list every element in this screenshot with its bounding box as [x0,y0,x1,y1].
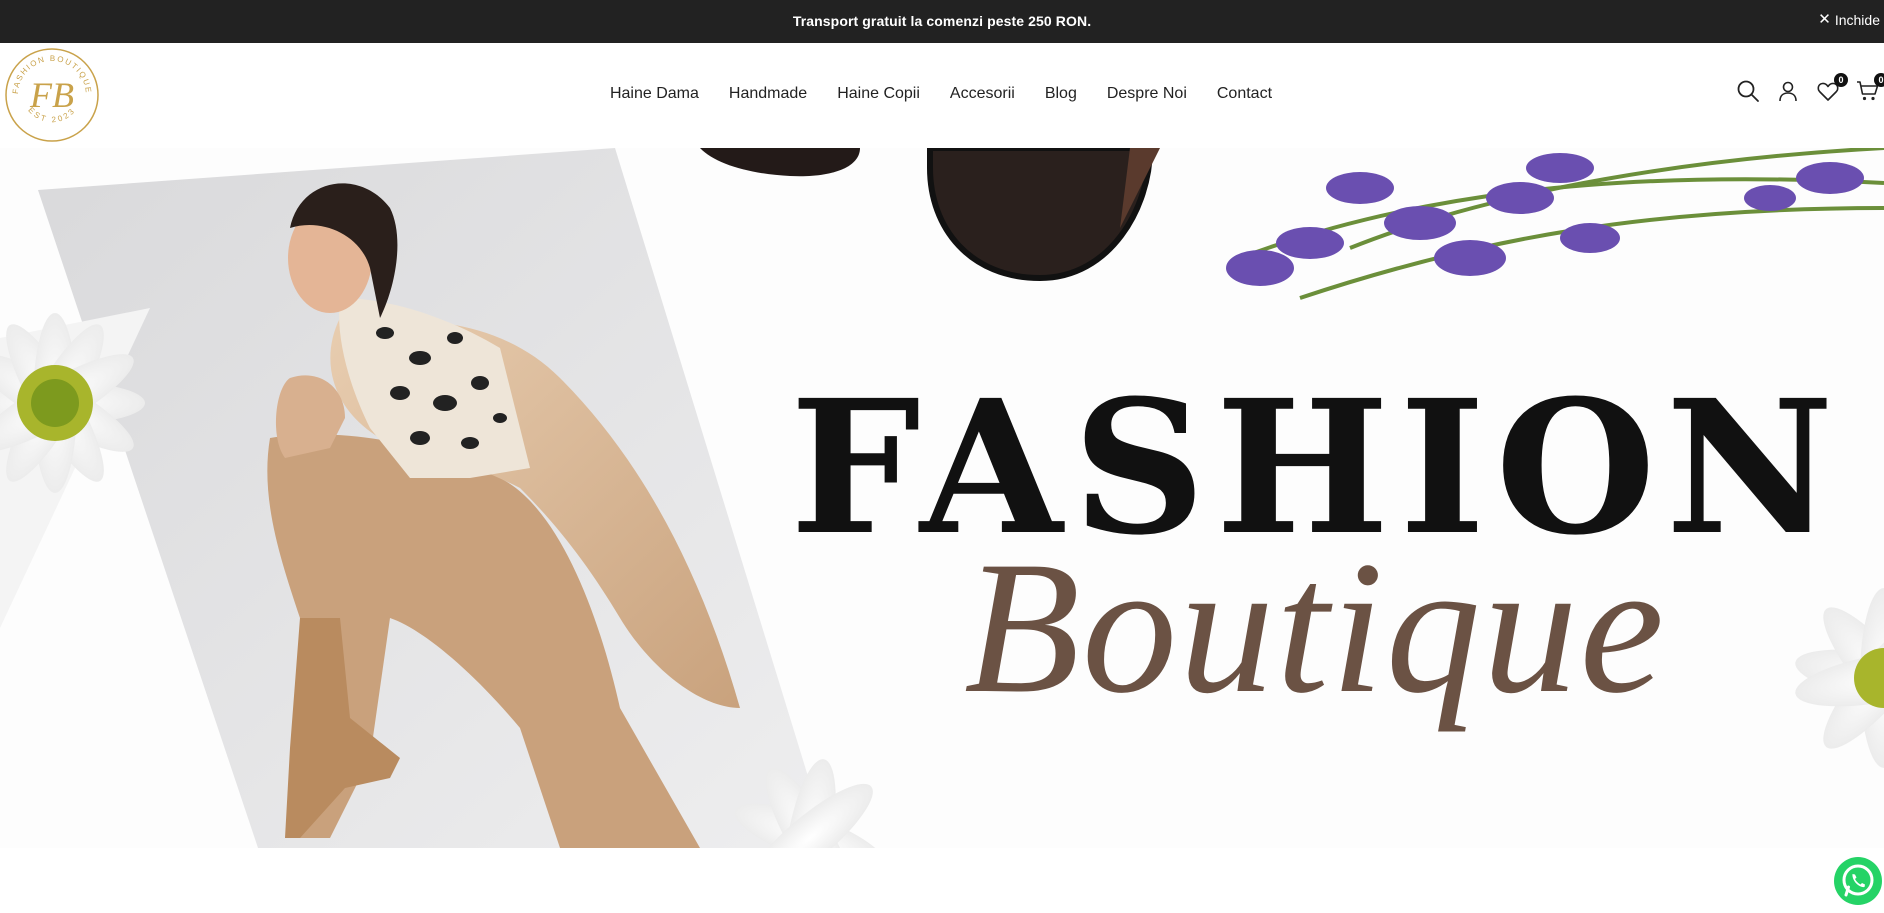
announcement-text: Transport gratuit la comenzi peste 250 R… [792,13,1092,29]
user-icon[interactable] [1776,79,1800,103]
header-icons: 0 0 [1736,73,1884,103]
nav-item-accesorii[interactable]: Accesorii [950,85,1015,103]
search-icon[interactable] [1736,79,1760,103]
whatsapp-icon [1842,864,1874,897]
announcement-close-button[interactable]: ✕ Inchide [1818,12,1880,28]
close-icon: ✕ [1818,11,1831,28]
nav-item-haine-copii[interactable]: Haine Copii [837,85,920,103]
nav-item-despre-noi[interactable]: Despre Noi [1107,85,1187,103]
cart-count-badge: 0 [1874,73,1884,87]
cart-icon[interactable]: 0 [1856,73,1884,103]
heart-icon[interactable]: 0 [1816,73,1848,103]
announcement-bar: Transport gratuit la comenzi peste 250 R… [0,0,1884,43]
nav-item-handmade[interactable]: Handmade [729,85,807,103]
nav-item-haine-dama[interactable]: Haine Dama [610,85,699,103]
hero-subtitle: Boutique [964,523,1666,733]
wishlist-count-badge: 0 [1834,73,1848,87]
hero-banner[interactable]: FASHION Boutique [0,148,1884,848]
daisy-right [1795,588,1884,768]
announcement-close-label: Inchide [1834,12,1880,28]
whatsapp-button[interactable] [1834,857,1882,905]
main-nav: Haine Dama Handmade Haine Copii Accesorii Bl… [0,85,1884,103]
nav-item-contact[interactable]: Contact [1217,85,1272,103]
nav-item-blog[interactable]: Blog [1045,85,1077,103]
site-header: FASHION BOUTIQUE EST 2023 FB Haine Dama H… [0,43,1884,148]
